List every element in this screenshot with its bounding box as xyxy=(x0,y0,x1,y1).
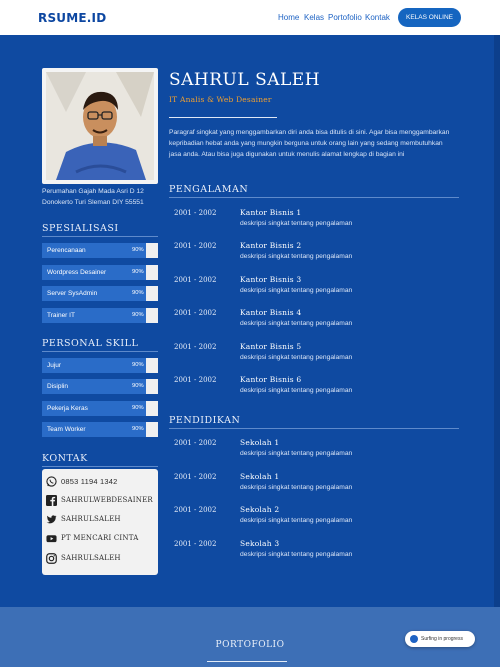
education-year: 2001 - 2002 xyxy=(174,439,217,447)
kontak-heading: KONTAK xyxy=(42,453,88,464)
education-desc: deskripsi singkat tentang pengalaman xyxy=(240,517,353,524)
contact-text: 0853 1194 1342 xyxy=(61,477,118,486)
skill-percent: 90% xyxy=(132,362,144,368)
skill-percent: 90% xyxy=(132,247,144,253)
experience-desc: deskripsi singkat tentang pengalaman xyxy=(240,354,353,361)
profile-name: SAHRUL SALEH xyxy=(169,70,321,90)
education-title: Sekolah 2 xyxy=(240,505,280,514)
experience-title: Kantor Bisnis 3 xyxy=(240,275,302,284)
skill-label: Trainer IT xyxy=(47,312,75,319)
pendidikan-divider xyxy=(169,428,459,429)
experience-title: Kantor Bisnis 4 xyxy=(240,308,302,317)
skill-percent: 90% xyxy=(132,269,144,275)
skill-bar: Trainer IT 90% xyxy=(42,308,158,323)
experience-year: 2001 - 2002 xyxy=(174,376,217,384)
nav-link-kelas[interactable]: Kelas xyxy=(304,13,324,22)
skill-percent: 90% xyxy=(132,426,144,432)
address: Perumahan Gajah Mada Asri D 12 Donokerto… xyxy=(42,186,172,208)
kelas-online-button[interactable]: KELAS ONLINE xyxy=(398,8,461,27)
address-line-2: Donokerto Turi Sleman DIY 55551 xyxy=(42,199,144,206)
experience-year: 2001 - 2002 xyxy=(174,309,217,317)
personal-skill-divider xyxy=(42,351,158,352)
experience-desc: deskripsi singkat tentang pengalaman xyxy=(240,253,353,260)
whatsapp-icon xyxy=(46,476,57,487)
pendidikan-heading: PENDIDIKAN xyxy=(169,415,241,426)
education-title: Sekolah 3 xyxy=(240,539,280,548)
contact-text: SAHRULWEBDESAINER xyxy=(61,496,153,504)
education-desc: deskripsi singkat tentang pengalaman xyxy=(240,551,353,558)
kontak-divider xyxy=(42,466,158,467)
skill-bar: Team Worker 90% xyxy=(42,422,158,437)
skill-label: Disiplin xyxy=(47,383,68,390)
experience-year: 2001 - 2002 xyxy=(174,343,217,351)
education-desc: deskripsi singkat tentang pengalaman xyxy=(240,484,353,491)
pengalaman-heading: PENGALAMAN xyxy=(169,184,249,195)
skill-label: Pekerja Keras xyxy=(47,405,88,412)
site-logo[interactable]: RSUME.ID xyxy=(38,11,106,25)
skill-label: Team Worker xyxy=(47,426,86,433)
profile-intro: Paragraf singkat yang menggambarkan diri… xyxy=(169,129,450,158)
skill-percent: 90% xyxy=(132,290,144,296)
skill-label: Server SysAdmin xyxy=(47,290,98,297)
spesialisasi-heading: SPESIALISASI xyxy=(42,223,119,234)
skill-bar: Jujur 90% xyxy=(42,358,158,373)
status-toast[interactable]: Surfing in progress xyxy=(405,631,475,647)
name-divider xyxy=(169,117,277,118)
contact-text: SAHRULSALEH xyxy=(61,515,121,523)
instagram-icon xyxy=(46,553,57,564)
education-year: 2001 - 2002 xyxy=(174,506,217,514)
contact-card: 0853 1194 1342 SAHRULWEBDESAINER SAHRULS… xyxy=(42,469,158,575)
skill-label: Jujur xyxy=(47,362,62,369)
education-title: Sekolah 1 xyxy=(240,438,280,447)
skill-label: Perencanaan xyxy=(47,247,86,254)
experience-title: Kantor Bisnis 6 xyxy=(240,375,302,384)
experience-desc: deskripsi singkat tentang pengalaman xyxy=(240,287,353,294)
nav-link-portofolio[interactable]: Portofolio xyxy=(328,13,362,22)
nav-link-home[interactable]: Home xyxy=(278,13,299,22)
facebook-icon xyxy=(46,495,57,506)
education-desc: deskripsi singkat tentang pengalaman xyxy=(240,450,353,457)
experience-desc: deskripsi singkat tentang pengalaman xyxy=(240,387,353,394)
education-title: Sekolah 1 xyxy=(240,472,280,481)
education-year: 2001 - 2002 xyxy=(174,473,217,481)
page-scrollbar[interactable] xyxy=(494,35,500,607)
experience-desc: deskripsi singkat tentang pengalaman xyxy=(240,220,353,227)
top-navbar: RSUME.ID Home Kelas Portofolio Kontak KE… xyxy=(0,0,500,35)
skill-bar: Pekerja Keras 90% xyxy=(42,401,158,416)
skill-bar: Perencanaan 90% xyxy=(42,243,158,258)
nav-link-kontak[interactable]: Kontak xyxy=(365,13,390,22)
profile-photo xyxy=(46,72,154,180)
profile-photo-frame xyxy=(42,68,158,184)
skill-percent: 90% xyxy=(132,405,144,411)
twitter-icon xyxy=(46,515,57,524)
contact-text: PT MENCARI CINTA xyxy=(61,534,139,542)
spesialisasi-divider xyxy=(42,236,158,237)
skill-bar: Server SysAdmin 90% xyxy=(42,286,158,301)
portofolio-divider xyxy=(207,661,287,662)
status-icon xyxy=(410,635,418,643)
skill-percent: 90% xyxy=(132,312,144,318)
skill-percent: 90% xyxy=(132,383,144,389)
profile-role: IT Analis & Web Desainer xyxy=(169,95,272,104)
contact-text: SAHRULSALEH xyxy=(61,554,121,562)
status-text: Surfing in progress xyxy=(421,636,463,642)
education-year: 2001 - 2002 xyxy=(174,540,217,548)
experience-title: Kantor Bisnis 5 xyxy=(240,342,302,351)
skill-bar: Disiplin 90% xyxy=(42,379,158,394)
experience-title: Kantor Bisnis 2 xyxy=(240,241,302,250)
experience-desc: deskripsi singkat tentang pengalaman xyxy=(240,320,353,327)
skill-label: Wordpress Desainer xyxy=(47,269,107,276)
experience-year: 2001 - 2002 xyxy=(174,276,217,284)
address-line-1: Perumahan Gajah Mada Asri D 12 xyxy=(42,188,144,195)
experience-year: 2001 - 2002 xyxy=(174,242,217,250)
youtube-icon xyxy=(46,535,57,543)
skill-bar: Wordpress Desainer 90% xyxy=(42,265,158,280)
experience-title: Kantor Bisnis 1 xyxy=(240,208,302,217)
pengalaman-divider xyxy=(169,197,459,198)
personal-skill-heading: PERSONAL SKILL xyxy=(42,338,139,349)
experience-year: 2001 - 2002 xyxy=(174,209,217,217)
